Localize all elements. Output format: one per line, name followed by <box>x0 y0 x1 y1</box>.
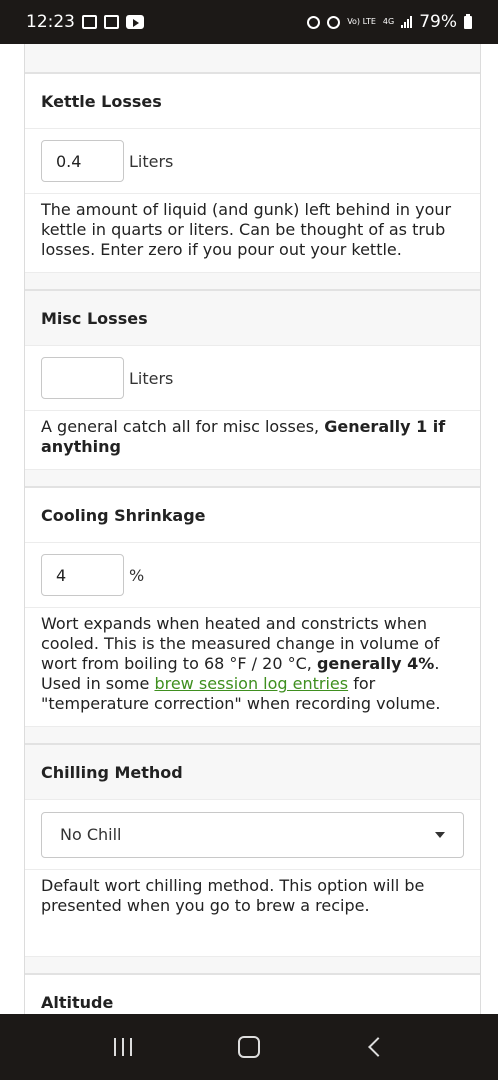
chilling-method-group: Chilling Method No Chill Default wort ch… <box>25 744 480 974</box>
misc-losses-input[interactable] <box>41 357 124 399</box>
chilling-method-row: No Chill <box>25 800 480 870</box>
brew-session-log-link[interactable]: brew session log entries <box>154 674 348 693</box>
top-strip <box>25 44 480 73</box>
misc-losses-group: Misc Losses Liters A general catch all f… <box>25 290 480 487</box>
recents-button[interactable] <box>103 1027 143 1067</box>
misc-losses-title: Misc Losses <box>25 290 480 346</box>
gallery-icon <box>82 15 97 29</box>
home-icon <box>238 1036 260 1058</box>
kettle-losses-description: The amount of liquid (and gunk) left beh… <box>25 194 480 273</box>
cooling-shrinkage-group: Cooling Shrinkage % Wort expands when he… <box>25 487 480 744</box>
altitude-title: Altitude <box>25 974 480 1014</box>
chilling-method-description: Default wort chilling method. This optio… <box>25 870 480 957</box>
youtube-icon <box>126 15 144 29</box>
misc-losses-desc-text: A general catch all for misc losses, <box>41 417 325 436</box>
status-bar: 12:23 Vo) LTE 4G 79% <box>0 0 498 44</box>
kettle-losses-title: Kettle Losses <box>25 73 480 129</box>
cooling-desc-bold: generally 4% <box>316 654 435 673</box>
kettle-losses-input[interactable] <box>41 140 124 182</box>
cooling-shrinkage-unit: % <box>129 565 145 585</box>
kettle-losses-row: Liters <box>25 129 480 194</box>
kettle-losses-group: Kettle Losses Liters The amount of liqui… <box>25 73 480 290</box>
recents-icon <box>114 1038 132 1056</box>
cooling-shrinkage-input[interactable] <box>41 554 124 596</box>
settings-content[interactable]: Kettle Losses Liters The amount of liqui… <box>24 44 481 1014</box>
alarm-icon <box>327 15 341 29</box>
section-gap <box>25 727 480 744</box>
network-type: 4G <box>382 17 395 26</box>
chilling-method-selected: No Chill <box>60 825 122 844</box>
navigation-bar <box>0 1014 498 1080</box>
kettle-losses-unit: Liters <box>129 151 174 171</box>
status-time: 12:23 <box>26 12 75 32</box>
notification-icon <box>307 15 321 29</box>
misc-losses-row: Liters <box>25 346 480 411</box>
battery-percent: 79% <box>419 12 457 32</box>
section-gap <box>25 957 480 974</box>
altitude-group: Altitude <box>25 974 480 1014</box>
battery-icon <box>464 13 472 29</box>
back-icon <box>368 1037 388 1057</box>
misc-losses-unit: Liters <box>129 368 174 388</box>
section-gap <box>25 273 480 290</box>
status-right: Vo) LTE 4G 79% <box>307 12 472 32</box>
signal-icon <box>401 16 413 28</box>
calendar-icon <box>104 15 119 29</box>
home-button[interactable] <box>229 1027 269 1067</box>
cooling-shrinkage-title: Cooling Shrinkage <box>25 487 480 543</box>
misc-losses-description: A general catch all for misc losses, Gen… <box>25 411 480 470</box>
caret-down-icon <box>435 831 445 838</box>
network-label: Vo) LTE <box>347 17 376 26</box>
status-left: 12:23 <box>26 12 144 32</box>
back-button[interactable] <box>355 1027 395 1067</box>
section-gap <box>25 470 480 487</box>
cooling-shrinkage-row: % <box>25 543 480 608</box>
chilling-method-select[interactable]: No Chill <box>41 811 464 858</box>
chilling-method-title: Chilling Method <box>25 744 480 800</box>
cooling-shrinkage-description: Wort expands when heated and constricts … <box>25 608 480 727</box>
